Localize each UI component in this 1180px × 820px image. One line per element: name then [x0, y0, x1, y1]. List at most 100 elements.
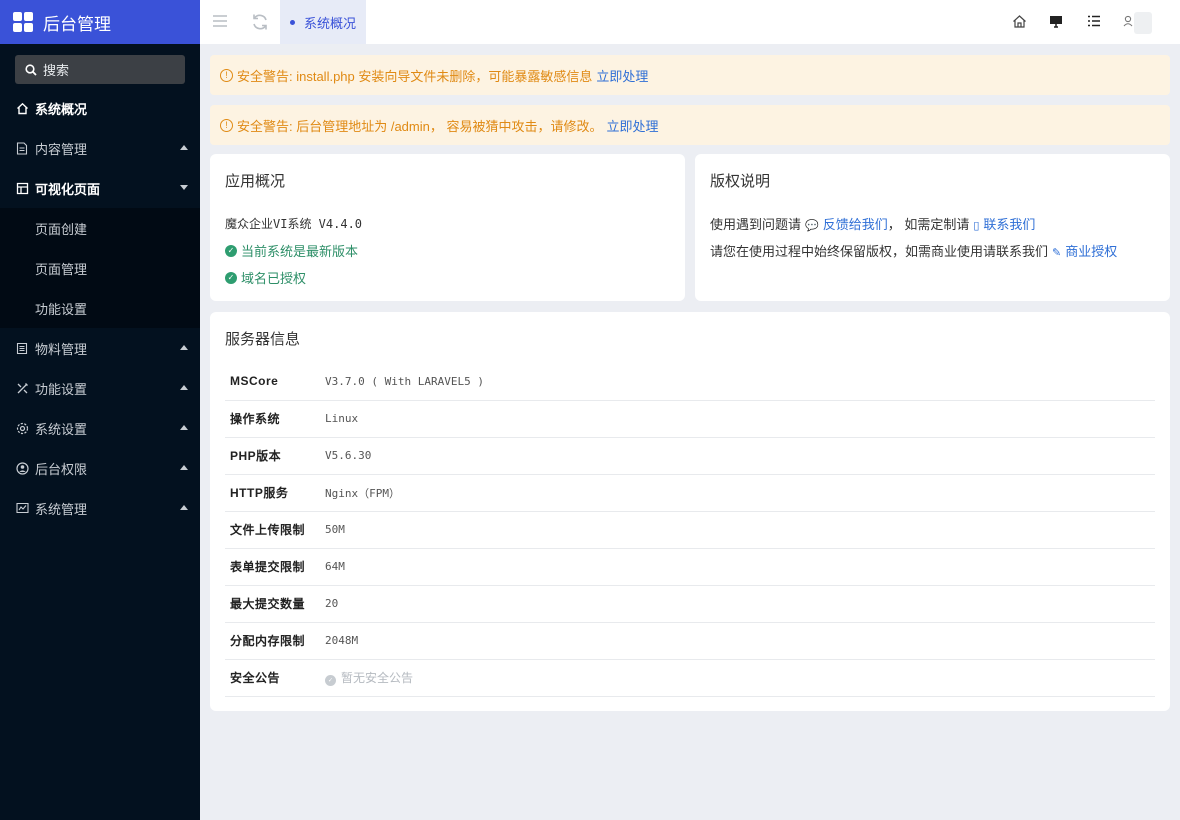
sidebar-item-materials[interactable]: 物料管理	[0, 328, 200, 368]
sidebar-submenu: 页面创建 页面管理 功能设置	[0, 208, 200, 328]
copyright-line1-mid: ， 如需定制请	[887, 217, 970, 232]
sidebar-item-label: 内容管理	[35, 141, 88, 157]
table-row: 分配内存限制 2048M	[225, 622, 1155, 660]
caret-down-icon	[180, 185, 188, 190]
row-key: PHP版本	[225, 437, 325, 475]
table-row: 文件上传限制 50M	[225, 511, 1155, 549]
table-row: PHP版本 V5.6.30	[225, 437, 1155, 475]
sidebar-item-label: 物料管理	[35, 341, 88, 357]
list-icon[interactable]	[1087, 15, 1101, 30]
home-icon	[15, 101, 29, 115]
sidebar-item-label: 系统设置	[35, 421, 88, 437]
copyright-line1-prefix: 使用遇到问题请	[710, 217, 802, 232]
row-value: 64M	[325, 548, 1155, 586]
check-circle-icon: ✓	[225, 244, 237, 257]
row-value: V5.6.30	[325, 437, 1155, 475]
menu-toggle-icon[interactable]	[212, 13, 228, 32]
sidebar-item-page-create[interactable]: 页面创建	[0, 208, 200, 248]
sidebar-item-permissions[interactable]: 后台权限	[0, 448, 200, 488]
alert-action-link[interactable]: 立即处理	[596, 66, 648, 85]
tab-label: 系统概况	[304, 15, 357, 31]
feedback-link[interactable]: 💬 反馈给我们	[805, 214, 888, 233]
row-key: HTTP服务	[225, 474, 325, 512]
contact-link-label: 联系我们	[983, 217, 1036, 232]
row-value: V3.7.0 ( With LARAVEL5 )	[325, 363, 1155, 401]
row-value: 2048M	[325, 622, 1155, 660]
row-key: 分配内存限制	[225, 622, 325, 660]
row-key: 安全公告	[225, 659, 325, 697]
sidebar-item-label: 功能设置	[35, 301, 88, 317]
table-row: MSCore V3.7.0 ( With LARAVEL5 )	[225, 363, 1155, 401]
row-value: Linux	[325, 400, 1155, 438]
card-title: 版权说明	[710, 173, 771, 190]
warning-icon: !	[220, 68, 233, 82]
table-row: 安全公告 ✓ 暂无安全公告	[225, 659, 1155, 697]
brand-title: 后台管理	[43, 14, 111, 34]
home-icon[interactable]	[1012, 14, 1027, 32]
contact-link[interactable]: ▯ 联系我们	[973, 214, 1035, 233]
sidebar-item-label: 系统管理	[35, 501, 88, 517]
search-input[interactable]: 搜索	[15, 55, 185, 84]
tab-overview[interactable]: 系统概况	[280, 0, 366, 44]
sidebar-item-features[interactable]: 功能设置	[0, 368, 200, 408]
caret-up-icon	[180, 345, 188, 350]
brand[interactable]: 后台管理	[0, 0, 200, 44]
row-value-cell: ✓ 暂无安全公告	[325, 659, 1155, 697]
list-box-icon	[15, 341, 29, 355]
caret-up-icon	[180, 385, 188, 390]
sidebar-item-page-settings[interactable]: 功能设置	[0, 288, 200, 328]
caret-up-icon	[180, 505, 188, 510]
avatar[interactable]	[1134, 12, 1152, 34]
sidebar-item-system-manage[interactable]: 系统管理	[0, 488, 200, 528]
monitor-icon[interactable]	[1049, 15, 1063, 31]
alert-text: 安全警告: 后台管理地址为 /admin， 容易被猜中攻击，请修改。	[237, 118, 603, 134]
caret-up-icon	[180, 145, 188, 150]
sidebar-item-label: 后台权限	[35, 461, 88, 477]
search-label: 搜索	[43, 63, 70, 78]
sidebar-item-label: 功能设置	[35, 381, 88, 397]
table-row: 操作系统 Linux	[225, 400, 1155, 438]
sidebar-item-visual-pages[interactable]: 可视化页面	[0, 168, 200, 208]
app-version: 魔众企业VI系统 V4.4.0	[225, 217, 363, 231]
topbar: 系统概况	[200, 0, 1180, 44]
grid-logo-icon	[13, 12, 33, 32]
alert-action-link[interactable]: 立即处理	[606, 116, 658, 135]
row-value: 暂无安全公告	[341, 671, 414, 685]
status-latest: 当前系统是最新版本	[241, 244, 359, 259]
phone-icon: ▯	[973, 220, 980, 232]
chart-icon	[15, 501, 29, 515]
refresh-icon[interactable]	[251, 13, 269, 34]
card-title: 应用概况	[225, 173, 286, 190]
row-key: 最大提交数量	[225, 585, 325, 623]
row-value: Nginx（FPM）	[325, 474, 1155, 512]
security-alert-install: ! 安全警告: install.php 安装向导文件未删除，可能暴露敏感信息 立…	[210, 55, 1170, 95]
caret-up-icon	[180, 425, 188, 430]
license-link-label: 商业授权	[1065, 244, 1118, 259]
sidebar-item-system-settings[interactable]: 系统设置	[0, 408, 200, 448]
tools-icon	[15, 381, 29, 395]
sidebar-nav: 系统概况 内容管理 可视化页面 页面创建 页面管理 功能设置 物料管理 功能设置…	[0, 88, 200, 528]
table-row: HTTP服务 Nginx（FPM）	[225, 474, 1155, 512]
sidebar: 后台管理 搜索 系统概况 内容管理 可视化页面 页面创建 页面管理 功能设置 物…	[0, 0, 200, 820]
search-icon	[25, 63, 37, 76]
security-alert-admin-path: ! 安全警告: 后台管理地址为 /admin， 容易被猜中攻击，请修改。 立即处…	[210, 105, 1170, 145]
license-link[interactable]: ✎ 商业授权	[1052, 241, 1117, 260]
sidebar-item-page-manage[interactable]: 页面管理	[0, 248, 200, 288]
feedback-link-label: 反馈给我们	[822, 217, 888, 232]
app-overview-card: 应用概况 魔众企业VI系统 V4.4.0 ✓ 当前系统是最新版本 ✓ 域名已授权	[210, 154, 685, 301]
tab-dot-icon	[290, 19, 295, 25]
gear-icon	[15, 421, 29, 435]
caret-up-icon	[180, 465, 188, 470]
server-info-card: 服务器信息 MSCore V3.7.0 ( With LARAVEL5 ) 操作系…	[210, 312, 1170, 711]
row-value: 20	[325, 585, 1155, 623]
table-row: 最大提交数量 20	[225, 585, 1155, 623]
row-key: 操作系统	[225, 400, 325, 438]
layout-icon	[15, 181, 29, 195]
sidebar-item-label: 页面创建	[35, 221, 88, 237]
copyright-line2-prefix: 请您在使用过程中始终保留版权，如需商业使用请联系我们	[710, 244, 1049, 259]
sidebar-item-overview[interactable]: 系统概况	[0, 88, 200, 128]
sidebar-item-content[interactable]: 内容管理	[0, 128, 200, 168]
user-circle-icon	[15, 461, 29, 475]
sidebar-item-label: 系统概况	[35, 101, 88, 117]
document-icon	[15, 141, 29, 155]
